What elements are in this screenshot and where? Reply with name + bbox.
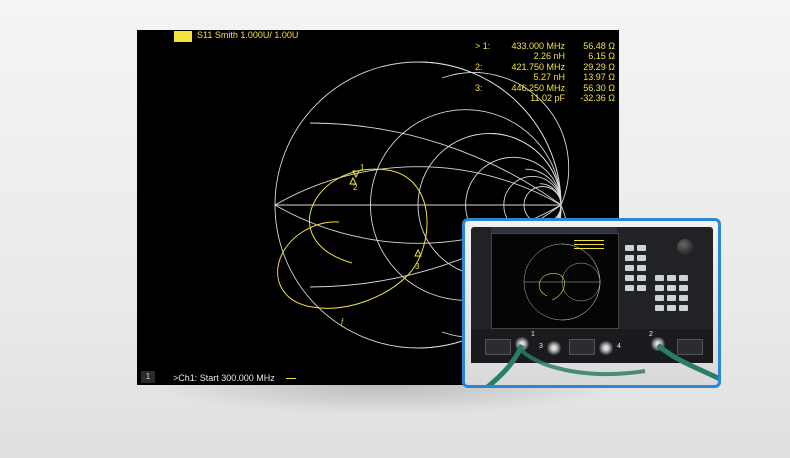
trace-title: S11 Smith 1.000U/ 1.00U xyxy=(197,30,299,40)
marker-row: 2: 421.750 MHz 29.29 Ω xyxy=(475,61,615,72)
marker-row: 5.27 nH 13.97 Ω xyxy=(533,72,615,83)
test-cables xyxy=(485,343,718,385)
reactance-arc-p0.33 xyxy=(309,122,562,206)
marker-row: 2.26 nH 6.15 Ω xyxy=(533,51,615,62)
marker-2-label: 2 xyxy=(353,183,358,192)
marker-1-label: 1 xyxy=(360,163,365,172)
marker-3-symbol xyxy=(414,248,422,257)
marker-row: 11.02 pF -32.36 Ω xyxy=(530,92,615,103)
trace-tab[interactable] xyxy=(174,31,192,42)
trace-f-label: f xyxy=(341,317,345,326)
channel-start-readout: >Ch1: Start 300.000 MHz xyxy=(173,373,275,383)
channel-index[interactable]: 1 xyxy=(141,371,155,383)
marker-3-label: 3 xyxy=(415,262,420,271)
marker-row: 3: 446.250 MHz 56.30 Ω xyxy=(475,82,615,93)
marker-readout: > 1: 433.000 MHz 56.48 Ω 2.26 nH 6.15 Ω 2: 4… xyxy=(475,41,615,103)
trace-legend-line xyxy=(286,378,296,379)
marker-row: > 1: 433.000 MHz 56.48 Ω xyxy=(475,41,615,51)
screen-shadow xyxy=(150,385,620,415)
instrument-photo: 1 2 3 4 xyxy=(462,218,721,388)
